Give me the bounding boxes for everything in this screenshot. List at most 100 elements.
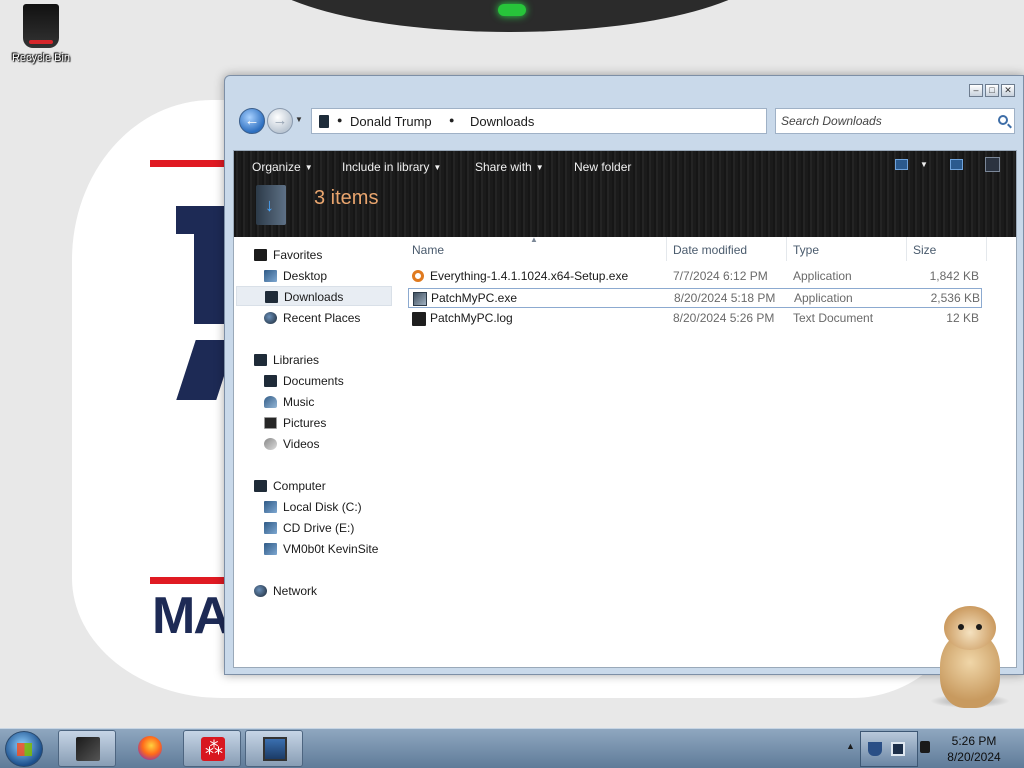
taskbar-explorer[interactable] [58, 730, 116, 767]
nav-item-network-share[interactable]: VM0b0t KevinSite [264, 539, 392, 559]
help-icon[interactable] [985, 157, 1000, 172]
search-icon [412, 270, 424, 282]
search-icon[interactable] [998, 115, 1008, 125]
nav-item-desktop[interactable]: Desktop [264, 266, 392, 286]
address-bar[interactable]: ● Donald Trump ● Downloads ▼ ⇅ [311, 108, 833, 134]
downloads-icon [265, 291, 278, 303]
breadcrumb-item[interactable]: Downloads [470, 114, 534, 129]
wallpaper-red-stripe [150, 160, 230, 167]
view-options-dropdown[interactable]: ▼ [920, 160, 928, 169]
organize-menu[interactable]: Organize ▼ [252, 160, 313, 174]
start-button[interactable] [5, 731, 43, 767]
nav-label: Favorites [273, 248, 323, 262]
breadcrumb-separator-icon[interactable]: ● [449, 115, 454, 125]
nav-label: VM0b0t KevinSite [283, 542, 379, 556]
wallpaper-navy-block [194, 234, 224, 324]
taskbar-remote-desktop[interactable] [245, 730, 303, 767]
preview-pane-icon[interactable] [950, 159, 963, 170]
nav-item-recent-places[interactable]: Recent Places [264, 308, 392, 328]
nav-libraries[interactable]: Libraries [254, 350, 404, 370]
explorer-icon [76, 737, 100, 761]
firefox-icon [138, 736, 162, 760]
recycle-bin[interactable]: Recycle Bin [6, 4, 76, 64]
clock[interactable]: 5:26 PM 8/20/2024 [928, 733, 1020, 765]
minimize-button[interactable]: – [969, 84, 983, 97]
column-header-name[interactable]: Name [412, 243, 444, 257]
notification-area [860, 731, 918, 767]
column-divider[interactable] [786, 237, 787, 261]
breadcrumb-separator-icon[interactable]: ● [337, 115, 342, 125]
breadcrumb-item[interactable]: Donald Trump [350, 114, 432, 129]
nav-label: Downloads [284, 290, 344, 304]
include-in-library-menu[interactable]: Include in library ▼ [342, 160, 441, 174]
nav-item-cd-drive[interactable]: CD Drive (E:) [264, 518, 392, 538]
downloads-folder-icon [256, 185, 286, 225]
explorer-window: – □ ✕ ← → ▼ ● Donald Trump ● Downloads ▼… [224, 75, 1024, 675]
back-button[interactable]: ← [239, 108, 265, 134]
nav-item-downloads[interactable]: Downloads [236, 286, 392, 306]
nav-item-local-disk[interactable]: Local Disk (C:) [264, 497, 392, 517]
wallpaper-navy-block [176, 206, 224, 234]
network-monitor-icon[interactable] [891, 742, 905, 756]
file-row[interactable]: Everything-1.4.1.1024.x64-Setup.exe 7/7/… [408, 267, 982, 287]
nav-label: Pictures [283, 416, 327, 430]
chevron-down-icon: ▼ [304, 163, 313, 172]
maximize-button[interactable]: □ [985, 84, 999, 97]
nav-item-music[interactable]: Music [264, 392, 392, 412]
column-divider[interactable] [666, 237, 667, 261]
file-type: Text Document [793, 311, 874, 325]
sort-ascending-icon: ▲ [530, 235, 538, 244]
address-row: ← → ▼ ● Donald Trump ● Downloads ▼ ⇅ [233, 106, 1019, 138]
taskbar-acrobat[interactable] [183, 730, 241, 767]
file-size: 12 KB [946, 311, 979, 325]
hamster-eye [958, 624, 964, 630]
column-divider[interactable] [986, 237, 987, 261]
nav-network[interactable]: Network [254, 581, 404, 601]
share-with-menu[interactable]: Share with ▼ [475, 160, 544, 174]
forward-arrow-icon: → [272, 112, 288, 129]
column-header-date-modified[interactable]: Date modified [673, 243, 747, 257]
file-date: 8/20/2024 5:18 PM [674, 291, 776, 305]
chevron-down-icon: ▼ [535, 163, 544, 172]
file-type: Application [793, 269, 852, 283]
change-view-icon[interactable] [895, 159, 908, 170]
shield-icon[interactable] [868, 742, 882, 756]
wallpaper-green-light [498, 4, 526, 16]
new-folder-button[interactable]: New folder [574, 160, 631, 174]
forward-button[interactable]: → [267, 108, 293, 134]
exe-icon [413, 292, 427, 306]
close-button[interactable]: ✕ [1001, 84, 1015, 97]
file-row[interactable]: PatchMyPC.log 8/20/2024 5:26 PM Text Doc… [408, 309, 982, 329]
wallpaper-text: MA [152, 587, 231, 645]
nav-label: Videos [283, 437, 320, 451]
nav-label: Local Disk (C:) [283, 500, 362, 514]
nav-label: Libraries [273, 353, 320, 367]
location-icon [319, 115, 329, 128]
taskbar: ▲ 5:26 PM 8/20/2024 [0, 728, 1024, 768]
nav-item-videos[interactable]: Videos [264, 434, 392, 454]
navigation-pane: Favorites Desktop Downloads Recent Place… [234, 237, 404, 667]
nav-item-documents[interactable]: Documents [264, 371, 392, 391]
nav-label: Music [283, 395, 315, 409]
nav-favorites[interactable]: Favorites [254, 245, 404, 265]
show-hidden-icons-icon[interactable]: ▲ [846, 741, 855, 751]
column-header-size[interactable]: Size [913, 243, 936, 257]
favorites-star-icon [254, 249, 267, 261]
nav-computer[interactable]: Computer [254, 476, 404, 496]
column-divider[interactable] [906, 237, 907, 261]
file-row[interactable]: PatchMyPC.exe 8/20/2024 5:18 PM Applicat… [408, 288, 982, 308]
recent-pages-dropdown[interactable]: ▼ [295, 115, 303, 124]
remote-desktop-icon [263, 737, 287, 761]
nav-item-pictures[interactable]: Pictures [264, 413, 392, 433]
network-icon [254, 585, 267, 597]
search-box [775, 108, 1015, 134]
taskbar-firefox[interactable] [121, 730, 179, 767]
share-with-label: Share with [475, 160, 532, 174]
search-input[interactable] [781, 113, 981, 129]
hamster-desktop-pet[interactable] [930, 604, 1010, 710]
clock-time: 5:26 PM [951, 734, 997, 748]
file-type: Application [794, 291, 853, 305]
window-content: Organize ▼ Include in library ▼ Share with… [233, 150, 1017, 668]
nav-label: Documents [283, 374, 344, 388]
column-header-type[interactable]: Type [793, 243, 819, 257]
